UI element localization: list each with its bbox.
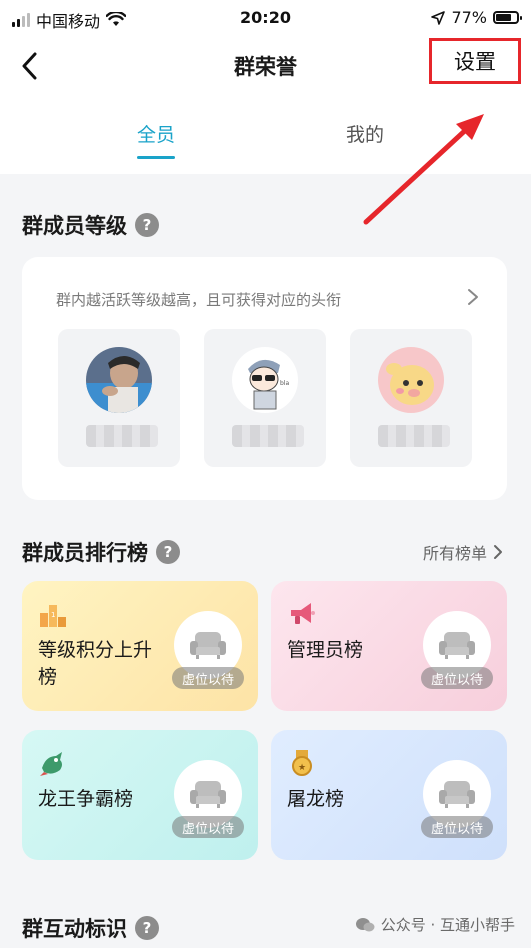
tab-active-underline — [137, 156, 176, 159]
rank-card-level-points[interactable]: 1 等级积分上升榜 虚位以待 — [22, 581, 258, 711]
member-name-blurred — [86, 425, 158, 447]
status-bar: 中国移动 20:20 77% — [0, 0, 531, 38]
chevron-right-icon[interactable] — [465, 287, 481, 307]
member-name-blurred — [378, 425, 450, 447]
avatar-cartoon-pig — [378, 347, 444, 413]
rank-card-label: 管理员榜 — [287, 639, 364, 661]
chevron-right-icon — [494, 545, 502, 559]
avatar-cartoon-sunglasses: bla — [232, 347, 298, 413]
all-lists-link[interactable]: 所有榜单 — [423, 540, 503, 564]
vacant-badge: 虚位以待 — [421, 667, 493, 689]
battery-icon — [493, 11, 522, 24]
member-level-section-title: 群成员等级 ? — [22, 210, 159, 240]
member-level-card[interactable]: 群内越活跃等级越高，且可获得对应的头衔 bla — [22, 257, 507, 500]
tab-all-members-label: 全员 — [137, 124, 176, 146]
rank-card-dragon-king[interactable]: 龙王争霸榜 虚位以待 — [22, 730, 258, 860]
svg-text:1: 1 — [51, 611, 55, 619]
ranking-title: 群成员排行榜 — [22, 541, 148, 565]
wifi-icon — [106, 12, 127, 26]
carrier-label: 中国移动 — [36, 12, 101, 31]
wechat-icon — [355, 917, 375, 931]
rank-card-dragon-slayer[interactable]: ★ 屠龙榜 虚位以待 — [271, 730, 507, 860]
svg-text:★: ★ — [298, 763, 306, 773]
member-name-blurred — [232, 425, 304, 447]
avatar-man-photo — [86, 347, 152, 413]
help-icon[interactable]: ? — [135, 916, 159, 940]
help-icon[interactable]: ? — [135, 213, 159, 237]
watermark-text: 公众号 · 互通小帮手 — [380, 916, 515, 934]
help-icon[interactable]: ? — [156, 540, 180, 564]
battery-percent: 77% — [451, 8, 487, 27]
member-tile[interactable] — [58, 329, 180, 467]
sofa-icon — [439, 781, 475, 808]
status-right: 77% — [431, 8, 522, 27]
dragon-icon — [40, 752, 62, 776]
vacant-badge: 虚位以待 — [172, 667, 244, 689]
rank-card-label: 等级积分上升榜 — [38, 639, 153, 688]
member-tile[interactable]: bla — [204, 329, 326, 467]
signal-icon — [12, 13, 30, 27]
avatar: bla — [232, 347, 298, 413]
podium-icon: 1 — [40, 605, 66, 627]
chevron-left-icon — [22, 52, 37, 80]
settings-button[interactable]: 设置 — [429, 38, 521, 84]
back-button[interactable] — [14, 50, 46, 82]
svg-text:bla: bla — [280, 380, 289, 387]
rank-card-admin[interactable]: 管理员榜 虚位以待 — [271, 581, 507, 711]
tab-all-members[interactable]: 全员 — [137, 120, 176, 159]
interaction-title: 群互动标识 — [22, 917, 127, 941]
rank-card-label: 屠龙榜 — [287, 788, 345, 810]
medal-icon: ★ — [292, 750, 312, 776]
watermark: 公众号 · 互通小帮手 — [355, 914, 515, 935]
tab-mine[interactable]: 我的 — [346, 120, 384, 147]
interaction-section-title: 群互动标识 ? — [22, 913, 159, 943]
vacant-badge: 虚位以待 — [172, 816, 244, 838]
avatar — [378, 347, 444, 413]
level-description: 群内越活跃等级越高，且可获得对应的头衔 — [56, 291, 342, 309]
location-arrow-icon — [431, 10, 446, 25]
vacant-badge: 虚位以待 — [421, 816, 493, 838]
megaphone-icon — [291, 603, 315, 624]
all-lists-label: 所有榜单 — [422, 544, 487, 563]
ranking-section-title: 群成员排行榜 ? — [22, 537, 180, 567]
member-level-title: 群成员等级 — [22, 214, 127, 238]
avatar — [86, 347, 152, 413]
member-tile[interactable] — [350, 329, 472, 467]
tab-mine-label: 我的 — [346, 124, 385, 146]
page-title: 群荣誉 — [234, 55, 297, 79]
status-left: 中国移动 — [12, 8, 127, 32]
nav-bar: 群荣誉 设置 — [0, 38, 531, 94]
sofa-icon — [190, 781, 226, 808]
sofa-icon — [190, 632, 226, 659]
sofa-icon — [439, 632, 475, 659]
rank-card-label: 龙王争霸榜 — [38, 788, 134, 810]
tab-bar: 全员 我的 — [0, 94, 531, 174]
